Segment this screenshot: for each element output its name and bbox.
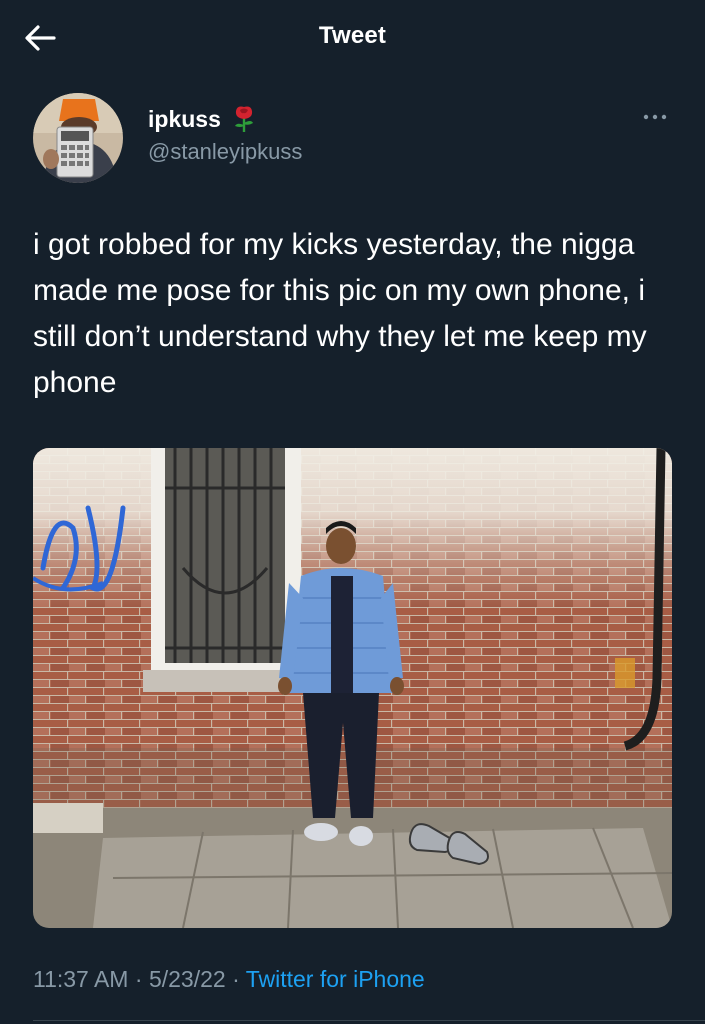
tweet-date: 5/23/22	[148, 966, 226, 992]
display-name-text: ipkuss	[148, 105, 221, 132]
tweet-time: 11:37 AM	[33, 966, 129, 992]
user-handle[interactable]: @stanleyipkuss	[148, 139, 302, 165]
divider	[33, 1020, 705, 1021]
tweet-author: ipkuss @stanleyipkuss	[33, 93, 673, 183]
tweet-source-link[interactable]: Twitter for iPhone	[246, 966, 425, 992]
display-name[interactable]: ipkuss	[148, 105, 257, 133]
meta-separator: ·	[232, 966, 240, 992]
more-dots-icon	[643, 114, 667, 120]
rose-emoji-icon	[234, 106, 253, 132]
tweet-text: i got robbed for my kicks yesterday, the…	[33, 228, 647, 399]
top-bar: Tweet	[0, 0, 705, 76]
tweet-meta: 11:37 AM · 5/23/22 · Twitter for iPhone	[33, 966, 425, 993]
avatar[interactable]	[33, 93, 123, 183]
more-options-button[interactable]	[637, 107, 673, 127]
meta-separator: ·	[134, 966, 143, 992]
page-title: Tweet	[318, 22, 387, 49]
tweet-photo[interactable]	[33, 448, 672, 928]
